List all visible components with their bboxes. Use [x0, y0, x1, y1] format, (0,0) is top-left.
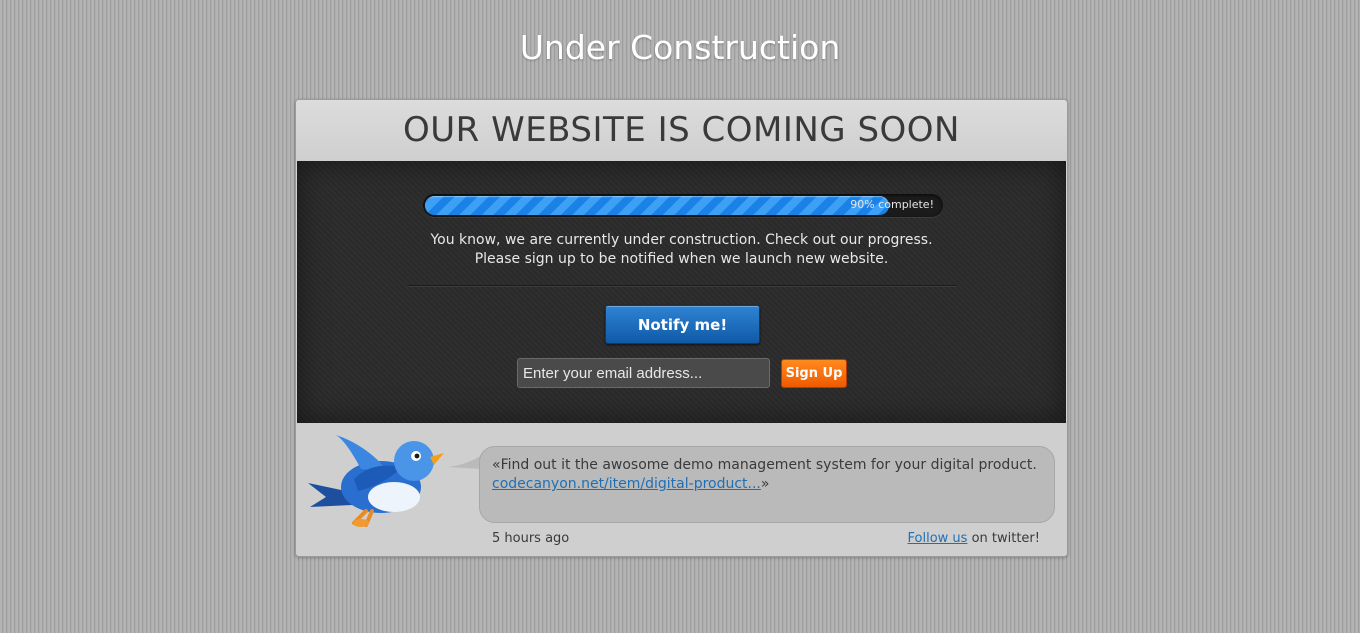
follow-line: Follow us on twitter!	[908, 531, 1040, 546]
status-message-line-1: You know, we are currently under constru…	[430, 232, 933, 248]
page-title: Under Construction	[519, 28, 841, 67]
tweet-bubble: «Find out it the awosome demo management…	[479, 446, 1055, 523]
progress-label: 90% complete!	[850, 198, 934, 211]
card-heading: OUR WEBSITE IS COMING SOON	[403, 110, 960, 150]
follow-us-link[interactable]: Follow us	[908, 531, 968, 546]
email-input[interactable]	[517, 358, 770, 388]
tweet-link[interactable]: codecanyon.net/item/digital-product...	[492, 476, 761, 492]
status-message-line-2: Please sign up to be notified when we la…	[474, 251, 889, 267]
tweet-text: «Find out it the awosome demo management…	[492, 456, 1047, 494]
signup-panel: 90% complete! You know, we are currently…	[297, 161, 1066, 423]
coming-soon-card: OUR WEBSITE IS COMING SOON 90% complete!…	[295, 99, 1068, 557]
tweet-timestamp: 5 hours ago	[492, 531, 570, 546]
notify-me-button[interactable]: Notify me!	[605, 305, 760, 344]
divider	[407, 285, 957, 287]
card-header: OUR WEBSITE IS COMING SOON	[296, 100, 1067, 161]
tweet-text-end: »	[760, 476, 770, 492]
sign-up-button[interactable]: Sign Up	[781, 359, 847, 388]
twitter-bird-icon	[308, 435, 444, 527]
progress-bar: 90% complete!	[423, 194, 943, 217]
follow-suffix: on twitter!	[967, 531, 1040, 546]
progress-fill	[425, 196, 889, 215]
twitter-feed: «Find out it the awosome demo management…	[296, 423, 1067, 556]
tweet-text-body: «Find out it the awosome demo management…	[492, 457, 1037, 473]
